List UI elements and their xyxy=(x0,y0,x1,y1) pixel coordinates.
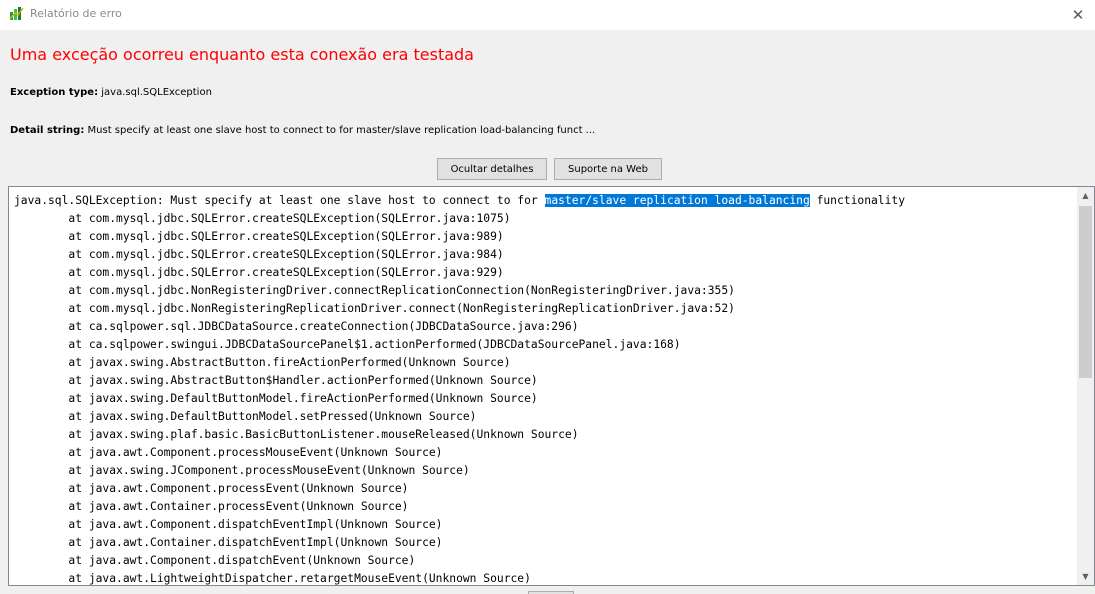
hide-details-button[interactable]: Ocultar detalhes xyxy=(437,158,547,180)
window-title: Relatório de erro xyxy=(30,7,122,20)
stack-frame-line: at javax.swing.DefaultButtonModel.setPre… xyxy=(14,410,477,423)
stack-frame-line: at com.mysql.jdbc.SQLError.createSQLExce… xyxy=(14,248,504,261)
exception-type-value: java.sql.SQLException xyxy=(101,87,212,98)
stack-frame-line: at com.mysql.jdbc.NonRegisteringReplicat… xyxy=(14,302,735,315)
detail-string-label: Detail string: xyxy=(10,125,85,136)
error-report-dialog: Relatório de erro ✕ Uma exceção ocorreu … xyxy=(0,0,1095,594)
trace-frames: at com.mysql.jdbc.SQLError.createSQLExce… xyxy=(14,212,735,585)
scrollbar-thumb[interactable] xyxy=(1079,206,1092,378)
selected-text[interactable]: master/slave replication load-balancing xyxy=(544,194,810,207)
stack-frame-line: at java.awt.Component.processMouseEvent(… xyxy=(14,446,443,459)
stack-frame-line: at java.awt.Component.dispatchEventImpl(… xyxy=(14,518,443,531)
stack-frame-line: at com.mysql.jdbc.SQLError.createSQLExce… xyxy=(14,266,504,279)
stack-frame-line: at java.awt.Component.dispatchEvent(Unkn… xyxy=(14,554,416,567)
sql-power-icon xyxy=(9,6,24,21)
stack-frame-line: at javax.swing.JComponent.processMouseEv… xyxy=(14,464,470,477)
exception-type-line: Exception type: java.sql.SQLException xyxy=(10,87,212,98)
stack-frame-line: at com.mysql.jdbc.SQLError.createSQLExce… xyxy=(14,212,511,225)
stack-trace-pane[interactable]: java.sql.SQLException: Must specify at l… xyxy=(8,186,1095,586)
error-heading: Uma exceção ocorreu enquanto esta conexã… xyxy=(10,45,474,64)
vertical-scrollbar[interactable]: ▲ ▼ xyxy=(1077,187,1094,585)
trace-message-start: java.sql.SQLException: Must specify at l… xyxy=(14,194,545,207)
stack-frame-line: at javax.swing.DefaultButtonModel.fireAc… xyxy=(14,392,538,405)
stack-frame-line: at com.mysql.jdbc.NonRegisteringDriver.c… xyxy=(14,284,735,297)
close-button[interactable]: ✕ xyxy=(1061,0,1095,30)
exception-type-label: Exception type: xyxy=(10,87,99,98)
stack-frame-line: at ca.sqlpower.sql.JDBCDataSource.create… xyxy=(14,320,579,333)
stack-frame-line: at ca.sqlpower.swingui.JDBCDataSourcePan… xyxy=(14,338,681,351)
stack-frame-line: at javax.swing.AbstractButton$Handler.ac… xyxy=(14,374,538,387)
detail-string-value: Must specify at least one slave host to … xyxy=(87,125,596,136)
stack-frame-line: at com.mysql.jdbc.SQLError.createSQLExce… xyxy=(14,230,504,243)
stack-trace-text[interactable]: java.sql.SQLException: Must specify at l… xyxy=(14,192,905,585)
trace-first-line: java.sql.SQLException: Must specify at l… xyxy=(14,194,905,207)
web-support-button[interactable]: Suporte na Web xyxy=(554,158,662,180)
close-icon: ✕ xyxy=(1071,6,1085,24)
title-bar: Relatório de erro ✕ xyxy=(0,0,1095,30)
scroll-up-arrow-icon[interactable]: ▲ xyxy=(1077,187,1094,204)
scroll-down-arrow-icon[interactable]: ▼ xyxy=(1077,568,1094,585)
stack-frame-line: at java.awt.LightweightDispatcher.retarg… xyxy=(14,572,531,585)
stack-frame-line: at javax.swing.plaf.basic.BasicButtonLis… xyxy=(14,428,579,441)
stack-frame-line: at java.awt.Container.processEvent(Unkno… xyxy=(14,500,409,513)
detail-string-line: Detail string: Must specify at least one… xyxy=(10,125,595,136)
stack-frame-line: at java.awt.Container.dispatchEventImpl(… xyxy=(14,536,443,549)
stack-frame-line: at javax.swing.AbstractButton.fireAction… xyxy=(14,356,511,369)
trace-message-end: functionality xyxy=(809,194,905,207)
stack-frame-line: at java.awt.Component.processEvent(Unkno… xyxy=(14,482,409,495)
